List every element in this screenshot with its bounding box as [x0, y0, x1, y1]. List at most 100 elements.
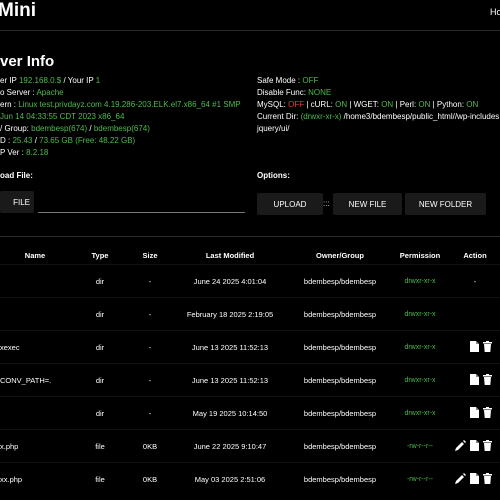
home-link[interactable]: Ho [490, 7, 500, 17]
trash-icon[interactable] [483, 472, 492, 486]
server-info-left: er IP 192.168.0.$ / Your IP 1 o Server :… [0, 75, 241, 159]
current-dir-line: Current Dir: (drwxr-xr-x) /home3/bdembes… [257, 112, 500, 121]
edit-icon[interactable] [455, 439, 466, 453]
col-modified[interactable]: Last Modified [170, 246, 290, 265]
file-icon[interactable] [470, 406, 479, 420]
cell-size: - [130, 396, 170, 430]
table-row[interactable]: xx.php file 0KB May 03 2025 2:51:06 bdembesp… [0, 462, 500, 495]
cell-perm: drwxr-xr-x [390, 264, 450, 298]
extensions-line: MySQL: OFF | cURL: ON | WGET: ON | Perl:… [257, 100, 479, 109]
cell-action [450, 429, 500, 463]
table-divider [0, 236, 500, 237]
cell-type: dir [70, 396, 130, 430]
table-row[interactable]: dir - May 19 2025 10:14:50 bdembesp/bdembes… [0, 396, 500, 430]
web-server-line: o Server : Apache [0, 88, 64, 97]
cell-name[interactable]: x.php [0, 429, 70, 463]
cell-action [450, 297, 500, 331]
choose-file-label: FILE [13, 197, 30, 207]
cell-name[interactable] [0, 297, 70, 331]
cell-perm: drwxr-xr-x [390, 297, 450, 331]
user-group-line: / Group: bdembesp(674) / bdembesp(674) [0, 124, 150, 133]
file-table-body: dir - June 24 2025 4:01:04 bdembesp/bdembes… [0, 264, 500, 495]
cell-owner: bdembesp/bdembesp [290, 264, 390, 298]
trash-icon[interactable] [483, 439, 492, 453]
table-row[interactable]: x.php file 0KB June 22 2025 9:10:47 bdembesp… [0, 429, 500, 463]
cell-type: dir [70, 363, 130, 397]
safe-mode-line: Safe Mode : OFF [257, 76, 319, 85]
header-divider [0, 30, 500, 31]
cell-name[interactable] [0, 264, 70, 298]
upload-button[interactable]: UPLOAD [257, 193, 323, 215]
file-name-field[interactable] [38, 212, 245, 213]
trash-icon[interactable] [483, 373, 492, 387]
cell-modified: February 18 2025 2:19:05 [170, 297, 290, 331]
col-owner[interactable]: Owner/Group [290, 246, 390, 265]
table-row[interactable]: xexec dir - June 13 2025 11:52:13 bdembesp/b… [0, 330, 500, 364]
trash-icon[interactable] [483, 340, 492, 354]
new-folder-button-label: NEW FOLDER [418, 199, 473, 209]
cell-owner: bdembesp/bdembesp [290, 462, 390, 495]
server-info-right: Safe Mode : OFF Disable Func: NONE MySQL… [257, 75, 499, 135]
col-action: Action [463, 250, 487, 260]
cell-size: 0KB [130, 429, 170, 463]
col-type[interactable]: Type [70, 246, 130, 265]
cell-name[interactable] [0, 396, 70, 430]
cell-perm: -rw-r--r-- [390, 429, 450, 463]
cell-type: file [70, 429, 130, 463]
new-folder-button[interactable]: NEW FOLDER [405, 193, 486, 215]
cell-modified: May 03 2025 2:51:06 [170, 462, 290, 495]
cell-name[interactable]: xx.php [0, 462, 70, 495]
edit-icon[interactable] [455, 472, 466, 486]
server-ip-line: er IP 192.168.0.$ / Your IP 1 [0, 76, 101, 85]
cell-size: - [130, 330, 170, 364]
cell-action [450, 462, 500, 495]
cell-action [450, 363, 500, 397]
table-row[interactable]: CONV_PATH=. dir - June 13 2025 11:52:13 bdem… [0, 363, 500, 397]
cell-owner: bdembesp/bdembesp [290, 429, 390, 463]
cell-action [450, 330, 500, 364]
cell-modified: June 13 2025 11:52:13 [170, 363, 290, 397]
php-version-line: P Ver : 8.2.18 [0, 148, 49, 157]
current-dir-line-2: jquery/ui/ [257, 124, 290, 133]
new-file-button[interactable]: NEW FILE [333, 193, 402, 215]
cell-name[interactable]: CONV_PATH=. [0, 363, 70, 397]
cell-name[interactable]: xexec [0, 330, 70, 364]
file-icon[interactable] [470, 472, 479, 486]
cell-action [450, 396, 500, 430]
trash-icon[interactable] [483, 406, 492, 420]
file-table: Name Type Size Last Modified Owner/Group… [0, 246, 500, 495]
table-header-row: Name Type Size Last Modified Owner/Group… [0, 246, 500, 265]
kernel-line-2: Jun 14 04:33:55 CDT 2023 x86_64 [0, 112, 125, 121]
cell-owner: bdembesp/bdembesp [290, 297, 390, 331]
choose-file-button[interactable]: FILE [0, 191, 34, 213]
cell-owner: bdembesp/bdembesp [290, 330, 390, 364]
cell-perm: -rw-r--r-- [390, 462, 450, 495]
cell-modified: June 13 2025 11:52:13 [170, 330, 290, 364]
disable-func-line: Disable Func: NONE [257, 88, 332, 97]
cell-perm: drwxr-xr-x [390, 330, 450, 364]
cell-size: - [130, 363, 170, 397]
file-icon[interactable] [470, 373, 479, 387]
col-size[interactable]: Size [130, 246, 170, 265]
table-row[interactable]: dir - June 24 2025 4:01:04 bdembesp/bdembes… [0, 264, 500, 298]
cell-owner: bdembesp/bdembesp [290, 396, 390, 430]
file-icon[interactable] [470, 439, 479, 453]
col-permission[interactable]: Permission [390, 246, 450, 265]
new-file-button-label: NEW FILE [348, 199, 387, 209]
table-row[interactable]: dir - February 18 2025 2:19:05 bdembesp/bde… [0, 297, 500, 331]
cell-action: - [450, 264, 500, 298]
cell-perm: drwxr-xr-x [390, 396, 450, 430]
options-separator: ::: [323, 199, 330, 208]
cell-modified: June 24 2025 4:01:04 [170, 264, 290, 298]
options-label: Options: [257, 171, 290, 180]
upload-button-label: UPLOAD [273, 199, 307, 209]
cell-perm: drwxr-xr-x [390, 363, 450, 397]
col-name[interactable]: Name [0, 246, 70, 265]
cell-size: 0KB [130, 462, 170, 495]
file-icon[interactable] [470, 340, 479, 354]
kernel-line: ern : Linux test.privdayz.com 4.19.286-2… [0, 100, 241, 109]
cell-type: dir [70, 330, 130, 364]
cell-modified: June 22 2025 9:10:47 [170, 429, 290, 463]
server-info-heading: ver Info [0, 53, 55, 70]
app-title: Mini [0, 0, 36, 21]
